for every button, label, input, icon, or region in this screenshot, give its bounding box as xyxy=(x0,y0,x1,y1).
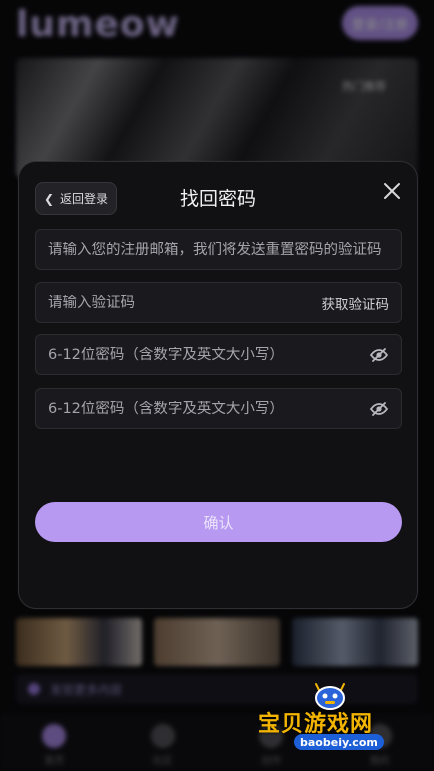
email-field-container xyxy=(35,229,402,270)
password-field[interactable] xyxy=(48,346,361,363)
reset-password-dialog: ❮ 返回登录 找回密码 获取验证码 确认 xyxy=(18,161,418,609)
watermark: 宝贝游戏网 baobeiy.com xyxy=(258,680,408,750)
close-button[interactable] xyxy=(379,178,405,204)
password-field-container xyxy=(35,334,402,375)
watermark-url: baobeiy.com xyxy=(294,734,384,750)
close-icon xyxy=(384,183,400,199)
confirm-button[interactable]: 确认 xyxy=(35,502,402,542)
dialog-title: 找回密码 xyxy=(179,188,256,210)
eye-off-icon[interactable] xyxy=(369,399,389,419)
get-code-button[interactable]: 获取验证码 xyxy=(322,293,390,313)
verification-code-field[interactable] xyxy=(48,294,314,311)
eye-off-icon[interactable] xyxy=(369,345,389,365)
confirm-password-field-container xyxy=(35,388,402,429)
verification-code-container: 获取验证码 xyxy=(35,282,402,323)
email-field[interactable] xyxy=(48,241,389,258)
confirm-password-field[interactable] xyxy=(48,400,361,417)
